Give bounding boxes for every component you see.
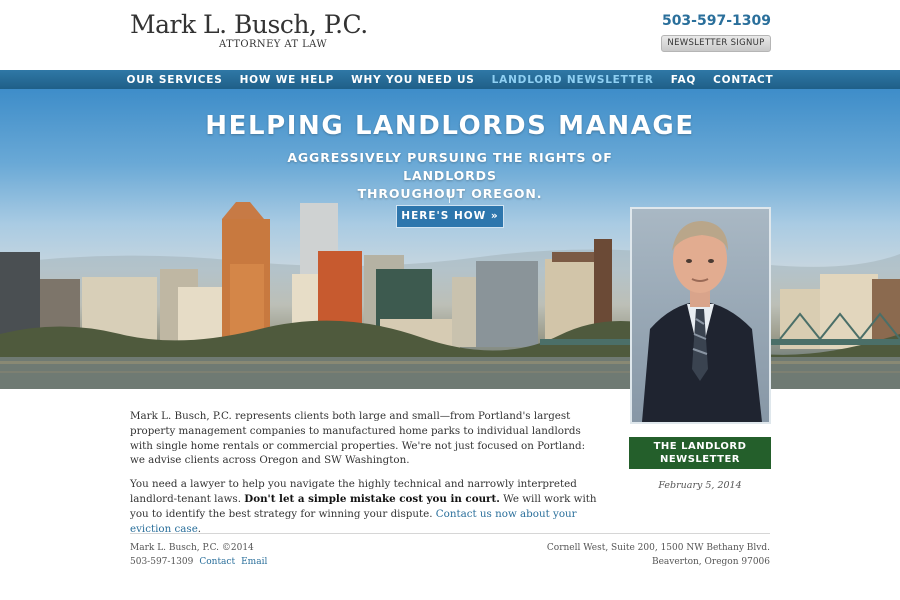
intro-paragraph: Mark L. Busch, P.C. represents clients b… <box>130 410 586 467</box>
heres-how-button[interactable]: HERE'S HOW » <box>396 205 504 228</box>
logo-tagline: ATTORNEY AT LAW <box>219 39 328 50</box>
attorney-photo <box>630 207 771 424</box>
logo-name[interactable]: Mark L. Busch, P.C. <box>130 10 368 39</box>
hero-title: HELPING LANDLORDS MANAGE <box>205 111 695 141</box>
landlord-newsletter-button[interactable]: THE LANDLORD NEWSLETTER <box>629 437 771 469</box>
hero-divider <box>449 189 450 203</box>
footer-address-line2: Beaverton, Oregon 97006 <box>651 556 770 567</box>
newsletter-label-line1: THE LANDLORD <box>653 441 747 452</box>
site-header: Mark L. Busch, P.C. ATTORNEY AT LAW 503-… <box>0 0 900 70</box>
newsletter-signup-button[interactable]: NEWSLETTER SIGNUP <box>661 35 771 52</box>
footer-address: Cornell West, Suite 200, 1500 NW Bethany… <box>547 542 770 569</box>
attorney-portrait-icon <box>642 221 762 422</box>
newsletter-label-line2: NEWSLETTER <box>659 454 741 465</box>
footer-copyright: Mark L. Busch, P.C. ©2014 <box>130 543 254 553</box>
hero-subtitle: AGGRESSIVELY PURSUING THE RIGHTS OF LAND… <box>250 149 650 203</box>
footer-divider <box>130 533 770 534</box>
footer-email-link[interactable]: Email <box>241 557 267 567</box>
header-phone[interactable]: 503-597-1309 <box>662 13 771 29</box>
lawyer-text-bold: Don't let a simple mistake cost you in c… <box>244 492 500 505</box>
main-nav: OUR SERVICES HOW WE HELP WHY YOU NEED US… <box>0 70 900 89</box>
footer-left: Mark L. Busch, P.C. ©2014 503-597-1309 Co… <box>130 542 267 569</box>
nav-landlord-newsletter[interactable]: LANDLORD NEWSLETTER <box>483 74 662 86</box>
footer-phone[interactable]: 503-597-1309 <box>130 557 193 567</box>
main-copy: Mark L. Busch, P.C. represents clients b… <box>130 409 600 545</box>
hero-subtitle-line2: THROUGHOUT OREGON. <box>357 186 543 201</box>
hero-subtitle-line1: AGGRESSIVELY PURSUING THE RIGHTS OF LAND… <box>287 150 613 183</box>
footer-contact-link[interactable]: Contact <box>199 557 235 567</box>
nav-faq[interactable]: FAQ <box>662 74 704 86</box>
nav-why-you-need-us[interactable]: WHY YOU NEED US <box>343 74 484 86</box>
footer-contact-row: 503-597-1309 Contact Email <box>130 556 267 570</box>
lawyer-paragraph: You need a lawyer to help you navigate t… <box>130 477 600 536</box>
nav-how-we-help[interactable]: HOW WE HELP <box>231 74 343 86</box>
newsletter-date: February 5, 2014 <box>658 480 742 491</box>
footer-address-line1: Cornell West, Suite 200, 1500 NW Bethany… <box>546 543 770 553</box>
nav-our-services[interactable]: OUR SERVICES <box>118 74 231 86</box>
nav-contact[interactable]: CONTACT <box>705 74 782 86</box>
